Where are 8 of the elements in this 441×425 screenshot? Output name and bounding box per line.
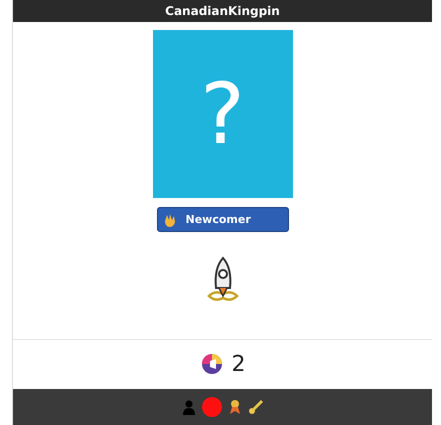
reaction-icon [200, 352, 224, 376]
username: CanadianKingpin [165, 4, 280, 18]
ribbon-icon [227, 399, 243, 415]
user-icon [181, 399, 197, 415]
key-icon [248, 399, 264, 415]
avatar-question-mark: ? [200, 72, 245, 156]
reaction-count: 2 [232, 352, 246, 376]
badge-label: Newcomer [186, 213, 251, 226]
